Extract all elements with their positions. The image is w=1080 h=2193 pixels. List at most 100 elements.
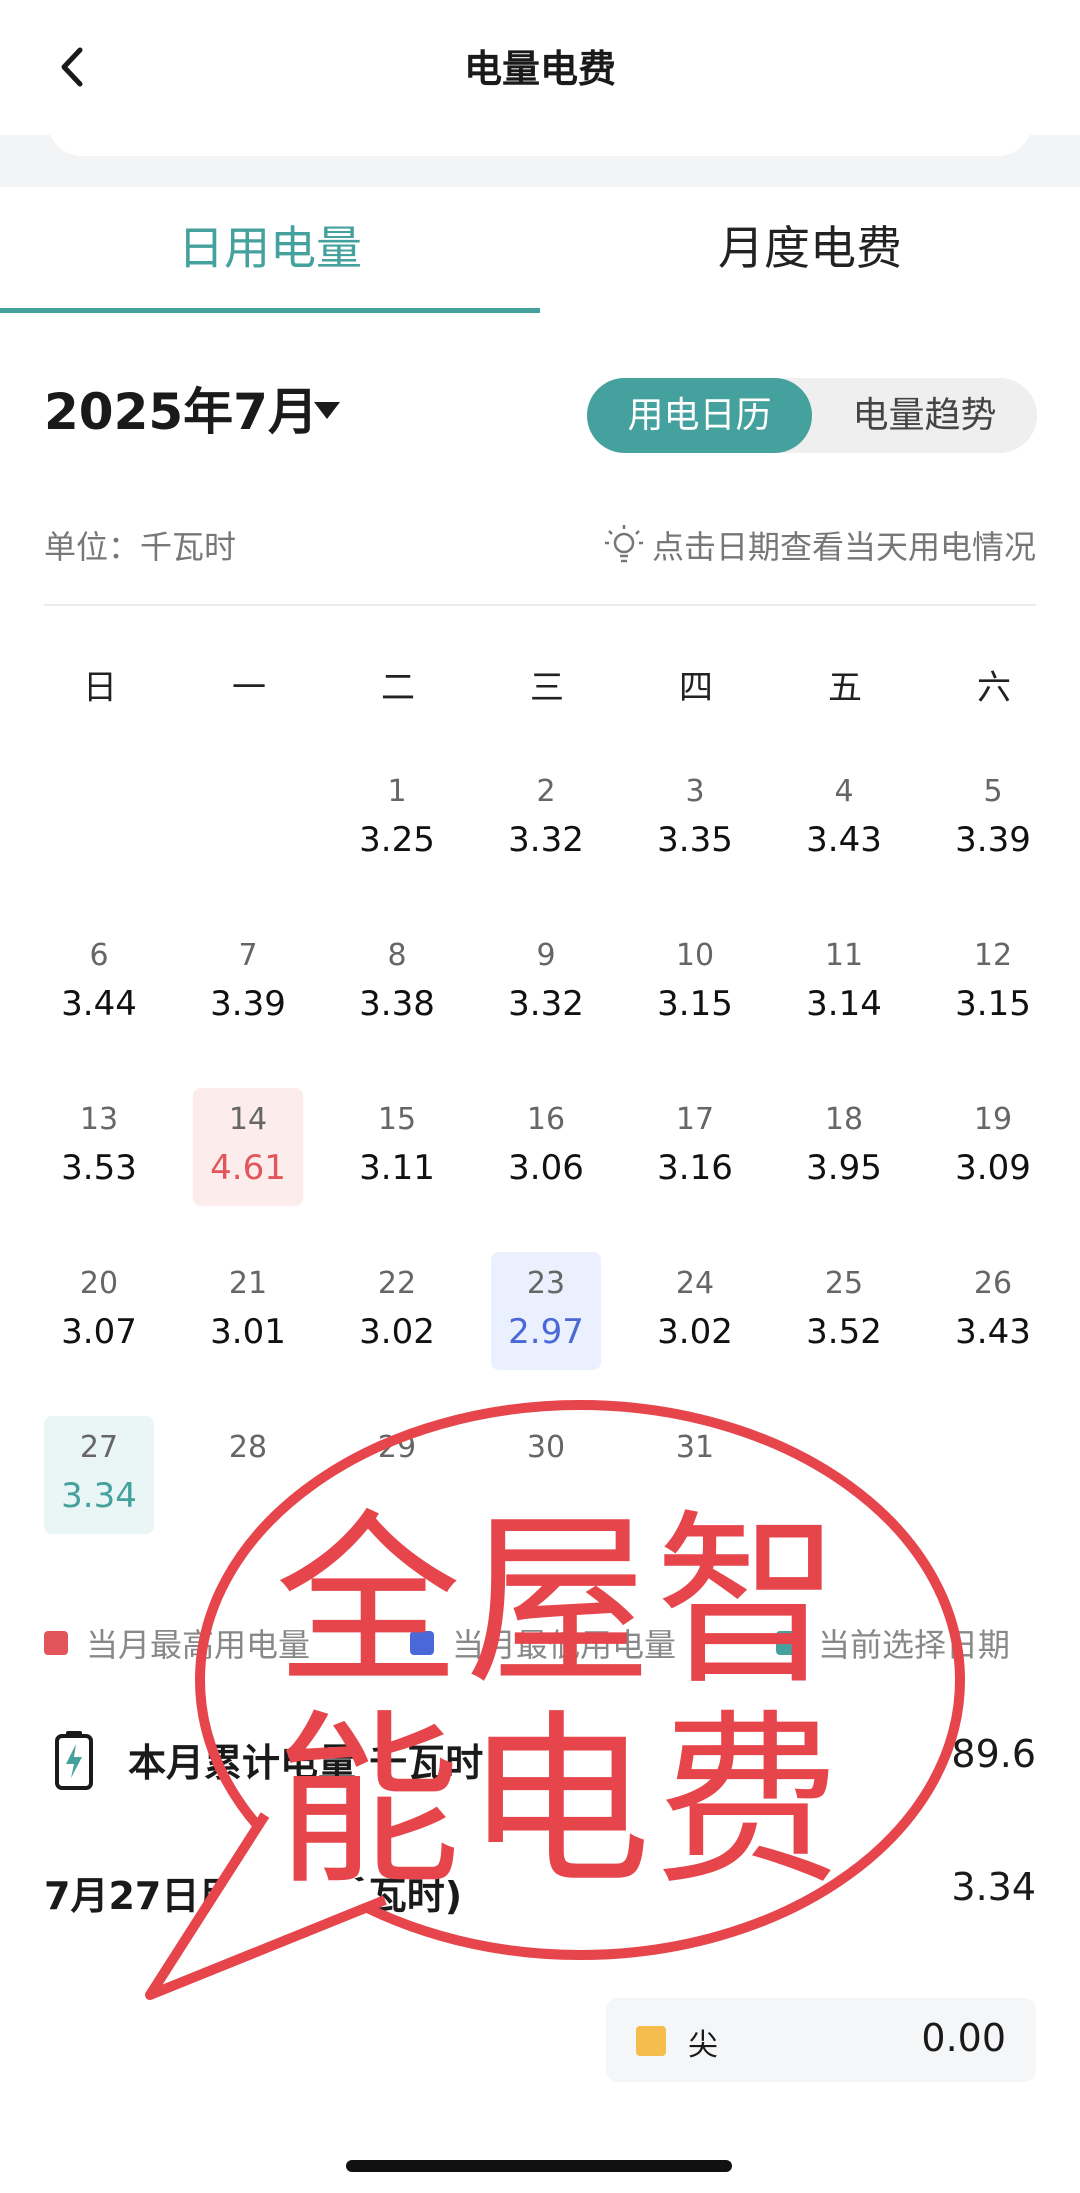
- calendar-day-cell[interactable]: 30: [491, 1416, 601, 1534]
- toggle-trend[interactable]: 电量趋势: [812, 378, 1037, 453]
- calendar-day-cell[interactable]: 4 3.43: [789, 760, 899, 878]
- day-number: 4: [834, 774, 854, 809]
- day-number: 8: [387, 938, 407, 973]
- calendar-day-cell[interactable]: 6 3.44: [44, 924, 154, 1042]
- day-usage-kwh: 3.32: [508, 984, 584, 1024]
- day-number: 7: [238, 938, 258, 973]
- day-usage-row: 7月27日用电量(千瓦时) 3.34: [44, 1865, 1036, 1925]
- calendar-day-cell[interactable]: 20 3.07: [44, 1252, 154, 1370]
- day-number: 26: [973, 1266, 1013, 1301]
- active-tab-indicator: [0, 308, 540, 313]
- legend-swatch: [410, 1631, 434, 1655]
- card-bottom-edge: [48, 118, 1032, 156]
- calendar-day-cell[interactable]: 26 3.43: [938, 1252, 1048, 1370]
- day-number: 10: [675, 938, 715, 973]
- day-usage-kwh: 4.61: [210, 1148, 286, 1188]
- legend-item-selected: 当前选择日期: [776, 1620, 1010, 1666]
- day-number: 23: [526, 1266, 566, 1301]
- calendar-day-cell[interactable]: 16 3.06: [491, 1088, 601, 1206]
- peak-label: 尖: [688, 2028, 718, 2063]
- day-number: 20: [79, 1266, 119, 1301]
- calendar-day-cell[interactable]: 12 3.15: [938, 924, 1048, 1042]
- day-usage-kwh: 3.38: [359, 984, 435, 1024]
- calendar-day-cell[interactable]: 8 3.38: [342, 924, 452, 1042]
- calendar-day-cell[interactable]: 23 2.97: [491, 1252, 601, 1370]
- day-usage-kwh: 3.34: [61, 1476, 137, 1516]
- legend-item-max: 当月最高用电量: [44, 1620, 310, 1666]
- weekday-label: 五: [828, 668, 862, 708]
- month-total-row: 本月累计电量 千瓦时 89.6: [44, 1720, 1036, 1796]
- day-number: 30: [526, 1430, 566, 1465]
- day-number: 19: [973, 1102, 1013, 1137]
- page-title: 电量电费: [463, 47, 616, 91]
- day-number: 24: [675, 1266, 715, 1301]
- month-selector[interactable]: 2025年7月: [44, 372, 318, 444]
- caret-down-icon[interactable]: [314, 402, 340, 419]
- calendar-day-cell[interactable]: 22 3.02: [342, 1252, 452, 1370]
- day-usage-kwh: 3.43: [955, 1312, 1031, 1352]
- calendar-day-cell[interactable]: 2 3.32: [491, 760, 601, 878]
- day-usage-kwh: 3.95: [806, 1148, 882, 1188]
- day-usage-kwh: 3.16: [657, 1148, 733, 1188]
- calendar-day-cell[interactable]: 27 3.34: [44, 1416, 154, 1534]
- day-usage-kwh: 3.39: [955, 820, 1031, 860]
- legend-label: 当月最高用电量: [86, 1626, 311, 1664]
- day-usage-kwh: 3.15: [657, 984, 733, 1024]
- tab-bar: 日用电量 月度电费: [0, 190, 1080, 316]
- calendar-day-cell[interactable]: 24 3.02: [640, 1252, 750, 1370]
- day-usage-kwh: 3.07: [61, 1312, 137, 1352]
- day-number: 11: [824, 938, 864, 973]
- calendar-day-cell[interactable]: 14 4.61: [193, 1088, 303, 1206]
- calendar-day-cell[interactable]: 9 3.32: [491, 924, 601, 1042]
- calendar-day-cell[interactable]: 7 3.39: [193, 924, 303, 1042]
- weekday-label: 四: [679, 668, 713, 708]
- peak-swatch: [636, 2026, 666, 2056]
- day-number: 1: [387, 774, 407, 809]
- calendar-day-cell[interactable]: 11 3.14: [789, 924, 899, 1042]
- calendar-day-cell[interactable]: 18 3.95: [789, 1088, 899, 1206]
- calendar-day-cell[interactable]: 25 3.52: [789, 1252, 899, 1370]
- day-number: 13: [79, 1102, 119, 1137]
- day-number: 27: [79, 1430, 119, 1465]
- calendar-day-cell[interactable]: 5 3.39: [938, 760, 1048, 878]
- calendar-day-cell[interactable]: 3 3.35: [640, 760, 750, 878]
- calendar-day-cell[interactable]: 10 3.15: [640, 924, 750, 1042]
- tap-hint: 点击日期查看当天用电情况: [604, 522, 1036, 568]
- day-usage-kwh: 3.15: [955, 984, 1031, 1024]
- weekday-label: 日: [83, 668, 117, 708]
- day-usage-kwh: 3.53: [61, 1148, 137, 1188]
- day-usage-kwh: 3.25: [359, 820, 435, 860]
- day-number: 3: [685, 774, 705, 809]
- calendar-day-cell[interactable]: 1 3.25: [342, 760, 452, 878]
- calendar-day-cell[interactable]: 28: [193, 1416, 303, 1534]
- calendar-day-cell[interactable]: 17 3.16: [640, 1088, 750, 1206]
- day-number: 17: [675, 1102, 715, 1137]
- calendar-day-cell[interactable]: 13 3.53: [44, 1088, 154, 1206]
- tab-daily-usage[interactable]: 日用电量: [0, 190, 540, 316]
- legend-label: 当月最低用电量: [452, 1626, 677, 1664]
- day-number: 29: [377, 1430, 417, 1465]
- calendar-day-cell[interactable]: 29: [342, 1416, 452, 1534]
- day-usage-value: 3.34: [951, 1865, 1036, 1909]
- lightbulb-icon: [604, 525, 643, 563]
- calendar-day-cell[interactable]: 31: [640, 1416, 750, 1534]
- day-usage-kwh: 3.35: [657, 820, 733, 860]
- legend-swatch: [44, 1631, 68, 1655]
- home-indicator[interactable]: [346, 2160, 732, 2172]
- day-number: 18: [824, 1102, 864, 1137]
- tab-monthly-fee[interactable]: 月度电费: [540, 190, 1080, 316]
- calendar-day-cell[interactable]: 21 3.01: [193, 1252, 303, 1370]
- day-number: 6: [89, 938, 109, 973]
- day-usage-kwh: 3.44: [61, 984, 137, 1024]
- calendar-day-cell[interactable]: 19 3.09: [938, 1088, 1048, 1206]
- day-usage-label: 7月27日用电量(千瓦时): [44, 1874, 463, 1918]
- app-header: 电量电费: [0, 0, 1080, 135]
- day-usage-kwh: 3.39: [210, 984, 286, 1024]
- day-usage-kwh: 3.43: [806, 820, 882, 860]
- calendar-day-cell[interactable]: 15 3.11: [342, 1088, 452, 1206]
- day-number: 9: [536, 938, 556, 973]
- day-number: 14: [228, 1102, 268, 1137]
- peak-usage-card: 尖 0.00: [606, 1998, 1036, 2082]
- weekday-label: 六: [977, 668, 1011, 708]
- toggle-calendar[interactable]: 用电日历: [587, 378, 812, 453]
